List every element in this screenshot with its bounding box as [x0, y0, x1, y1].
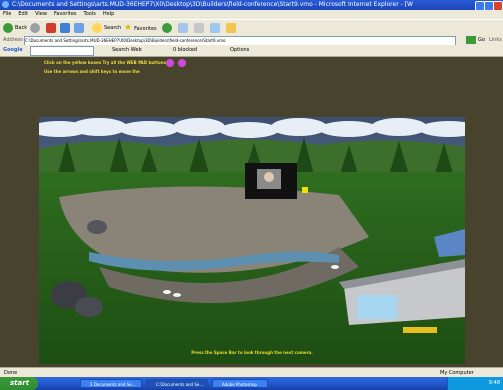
refresh-button[interactable]: [60, 23, 72, 33]
internet-explorer-icon: [2, 1, 9, 8]
edit-icon: [210, 23, 220, 33]
favorites-button[interactable]: ★ Favorites: [124, 23, 157, 33]
home-button[interactable]: [74, 23, 86, 33]
start-button[interactable]: start: [0, 377, 38, 390]
home-icon: [74, 23, 84, 33]
search-icon: [92, 23, 102, 33]
system-tray: 9:48: [447, 377, 503, 390]
search-button[interactable]: Search: [92, 23, 121, 33]
instruction-text-1: Click on the yellow boxes Try all the WE…: [44, 60, 166, 65]
back-button[interactable]: Back: [3, 23, 27, 33]
menu-tools[interactable]: Tools: [84, 11, 96, 17]
menu-view[interactable]: View: [35, 11, 47, 17]
popups-blocked-label[interactable]: 0 blocked: [173, 45, 197, 56]
web-page-content: Click on the yellow boxes Try all the WE…: [0, 57, 503, 367]
print-icon: [194, 23, 204, 33]
search-label: Search: [104, 25, 122, 31]
taskbar-item-documents[interactable]: 2 Documents and Se...: [80, 379, 142, 388]
history-button[interactable]: [162, 23, 174, 33]
status-text: Done: [4, 370, 18, 376]
address-bar: Address C:\Documents and Settings\arts.M…: [0, 35, 503, 46]
previous-arrow-icon[interactable]: [166, 59, 174, 67]
close-button[interactable]: [493, 1, 503, 10]
links-label[interactable]: Links: [489, 35, 502, 45]
menu-edit[interactable]: Edit: [18, 11, 28, 17]
go-label[interactable]: Go: [478, 35, 485, 45]
google-search-input[interactable]: [30, 46, 94, 56]
clock[interactable]: 9:48: [489, 380, 500, 386]
options-button[interactable]: Options: [230, 45, 249, 56]
3d-scene-graphic: [39, 117, 465, 364]
refresh-icon: [60, 23, 70, 33]
edit-button[interactable]: [210, 23, 222, 33]
go-arrow-icon[interactable]: [466, 36, 476, 44]
history-icon: [162, 23, 172, 33]
menu-bar: File Edit View Favorites Tools Help: [0, 10, 503, 19]
3d-world-viewport[interactable]: Press the Space Bar to look through the …: [39, 117, 465, 364]
menu-help[interactable]: Help: [103, 11, 114, 17]
menu-file[interactable]: File: [3, 11, 11, 17]
instruction-text-2: Use the arrows and shift keys to move th…: [44, 69, 140, 74]
google-logo: Google: [3, 47, 23, 53]
next-arrow-icon[interactable]: [178, 59, 186, 67]
address-label: Address: [3, 37, 23, 43]
taskbar: start 2 Documents and Se... C:\Documents…: [0, 377, 503, 390]
taskbar-item-photoshop[interactable]: Adobe Photoshop: [212, 379, 268, 388]
mail-icon: [178, 23, 188, 33]
stop-button[interactable]: [46, 23, 58, 33]
menu-favorites[interactable]: Favorites: [54, 11, 77, 17]
favorites-star-icon: ★: [124, 23, 133, 33]
google-toolbar: Google Search Web 0 blocked Options: [0, 45, 503, 57]
back-arrow-icon: [3, 23, 13, 33]
toolbar: Back Search ★ Favorites: [0, 19, 503, 36]
print-button[interactable]: [194, 23, 206, 33]
mail-button[interactable]: [178, 23, 190, 33]
forward-arrow-icon: [30, 23, 40, 33]
forward-button[interactable]: [30, 23, 42, 33]
camera-hint-text: Press the Space Bar to look through the …: [191, 350, 313, 355]
back-label: Back: [15, 25, 28, 31]
favorites-label: Favorites: [134, 26, 157, 32]
folder-icon: [226, 23, 236, 33]
taskbar-item-explorer[interactable]: C:\Documents and Se...: [146, 379, 208, 388]
folder-button[interactable]: [226, 23, 238, 33]
stop-icon: [46, 23, 56, 33]
search-web-button[interactable]: Search Web: [112, 45, 142, 56]
window-title-bar: C:\Documents and Settings\arts.MUD-36EHE…: [0, 0, 503, 10]
window-title: C:\Documents and Settings\arts.MUD-36EHE…: [12, 1, 413, 8]
